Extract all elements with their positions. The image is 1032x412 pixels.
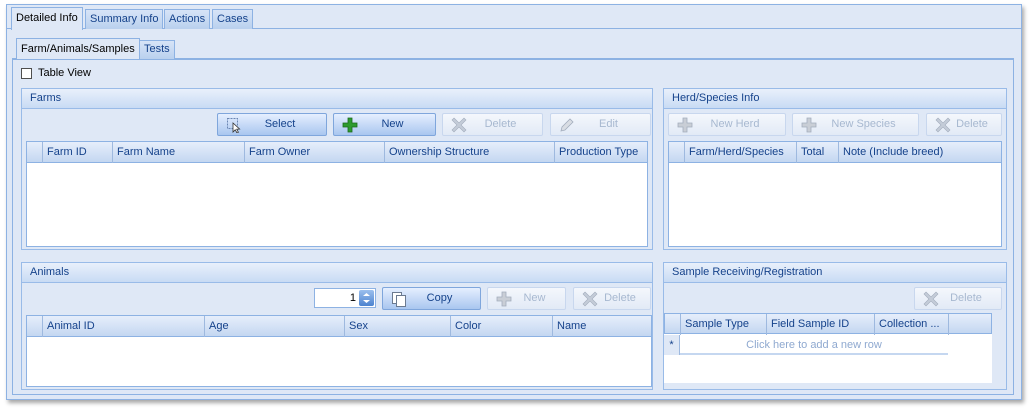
samples-col-field-sample-id[interactable]: Field Sample ID (767, 314, 875, 335)
herd-species-grid[interactable]: Farm/Herd/Species Total Note (Include br… (668, 141, 1002, 247)
tab-farm-animals-samples[interactable]: Farm/Animals/Samples (16, 38, 140, 60)
farms-col-farm-owner[interactable]: Farm Owner (245, 142, 385, 163)
herd-col-total[interactable]: Total (797, 142, 839, 163)
animals-col-name[interactable]: Name (553, 316, 651, 337)
farms-col-farm-id[interactable]: Farm ID (43, 142, 113, 163)
herd-species-grid-header: Farm/Herd/Species Total Note (Include br… (669, 142, 1001, 163)
sample-receiving-panel: Sample Receiving/Registration Delete Sam… (663, 262, 1007, 390)
sample-receiving-panel-title: Sample Receiving/Registration (664, 263, 1006, 283)
animal-new-button[interactable]: New (487, 287, 566, 310)
copy-count-stepper[interactable]: 1 (314, 288, 376, 308)
farms-row-selector-header (27, 142, 43, 163)
sub-tabstrip: Farm/Animals/Samples Tests (12, 38, 1014, 60)
new-species-button[interactable]: New Species (792, 113, 919, 136)
sample-delete-label: Delete (950, 292, 982, 304)
tab-cases[interactable]: Cases (212, 9, 254, 29)
farms-col-production-type[interactable]: Production Type (555, 142, 647, 163)
animals-grid[interactable]: Animal ID Age Sex Color Name (26, 315, 652, 387)
farm-select-button[interactable]: Select (217, 113, 327, 136)
farms-panel: Farms Select New Delete Edit Farm ID Far… (21, 88, 653, 250)
x-delete-icon (582, 291, 598, 307)
animal-copy-label: Copy (426, 292, 453, 304)
plus-icon (496, 291, 512, 307)
farms-panel-title: Farms (22, 89, 652, 109)
plus-icon (801, 117, 817, 133)
samples-col-collection[interactable]: Collection ... (875, 314, 949, 335)
farms-col-farm-name[interactable]: Farm Name (113, 142, 245, 163)
farms-col-ownership-structure[interactable]: Ownership Structure (385, 142, 555, 163)
animal-new-label: New (523, 292, 546, 304)
herd-species-panel-title: Herd/Species Info (664, 89, 1006, 109)
herd-col-note[interactable]: Note (Include breed) (839, 142, 1001, 163)
detail-window: Detailed Info Summary Info Actions Cases… (6, 4, 1022, 400)
plus-icon (677, 117, 693, 133)
farm-select-label: Select (264, 118, 296, 130)
animal-copy-button[interactable]: Copy (382, 287, 481, 310)
animals-col-age[interactable]: Age (205, 316, 345, 337)
samples-grid[interactable]: Sample Type Field Sample ID Collection .… (664, 313, 992, 383)
new-species-label: New Species (831, 118, 896, 130)
main-tabstrip: Detailed Info Summary Info Actions Cases (7, 5, 1021, 30)
farms-grid[interactable]: Farm ID Farm Name Farm Owner Ownership S… (26, 141, 648, 247)
farm-edit-button[interactable]: Edit (550, 113, 651, 136)
new-herd-label: New Herd (710, 118, 760, 130)
animals-row-selector-header (27, 316, 43, 337)
herd-species-panel: Herd/Species Info New Herd New Species D… (663, 88, 1007, 250)
farm-delete-button[interactable]: Delete (442, 113, 543, 136)
x-delete-icon (935, 117, 951, 133)
tab-detailed-info[interactable]: Detailed Info (11, 7, 83, 30)
copy-icon (391, 291, 407, 307)
copy-count-value: 1 (349, 292, 356, 304)
farm-edit-label: Edit (599, 118, 618, 130)
new-herd-button[interactable]: New Herd (668, 113, 786, 136)
table-view-checkbox[interactable] (21, 68, 32, 79)
animals-col-sex[interactable]: Sex (345, 316, 451, 337)
add-new-row-cell[interactable]: Click here to add a new row (680, 335, 948, 355)
animals-panel-title: Animals (22, 263, 652, 283)
farms-grid-header: Farm ID Farm Name Farm Owner Ownership S… (27, 142, 647, 163)
samples-grid-header: Sample Type Field Sample ID Collection .… (664, 313, 992, 335)
farm-new-label: New (381, 118, 404, 130)
x-delete-icon (923, 291, 939, 307)
tab-summary-info[interactable]: Summary Info (85, 9, 164, 29)
farm-delete-label: Delete (484, 118, 517, 130)
animals-col-color[interactable]: Color (451, 316, 553, 337)
plus-icon (342, 117, 358, 133)
herd-delete-button[interactable]: Delete (926, 113, 1002, 136)
samples-row-selector-header (665, 314, 681, 335)
animals-col-animal-id[interactable]: Animal ID (43, 316, 205, 337)
herd-row-selector-header (669, 142, 685, 163)
x-delete-icon (451, 117, 467, 133)
pencil-icon (559, 117, 575, 133)
farm-new-button[interactable]: New (333, 113, 436, 136)
animals-grid-header: Animal ID Age Sex Color Name (27, 316, 651, 337)
farm-animals-samples-page: Table View Farms Select New Delete Edit … (12, 59, 1014, 395)
cursor-select-icon (226, 117, 242, 134)
spin-updown-icon[interactable] (359, 290, 374, 306)
samples-col-sample-type[interactable]: Sample Type (681, 314, 767, 335)
sample-delete-button[interactable]: Delete (914, 287, 1002, 310)
tab-tests[interactable]: Tests (139, 40, 175, 59)
table-view-label: Table View (38, 67, 91, 79)
tab-actions[interactable]: Actions (164, 9, 211, 29)
animals-panel: Animals 1 Copy New Delete Animal ID Age … (21, 262, 653, 390)
new-row-indicator: * (664, 335, 680, 355)
animal-delete-button[interactable]: Delete (573, 287, 651, 310)
herd-col-farm-herd-species[interactable]: Farm/Herd/Species (685, 142, 797, 163)
